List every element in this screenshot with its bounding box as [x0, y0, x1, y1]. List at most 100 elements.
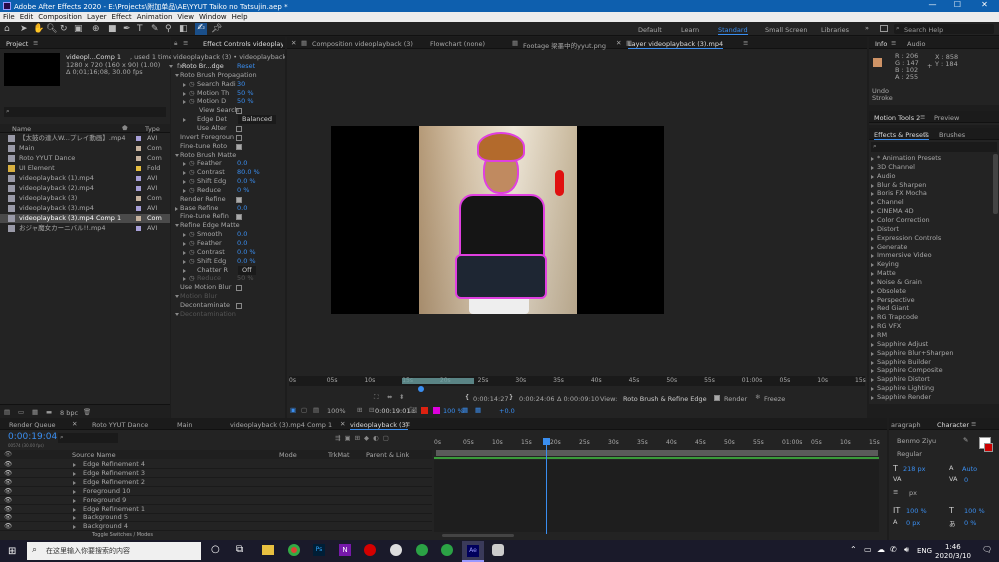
tab-render-queue[interactable]: Render Queue — [9, 421, 56, 429]
expand-arrow-icon[interactable] — [871, 325, 874, 330]
effect-property-row[interactable]: Invert Foregroun☐ — [171, 133, 285, 142]
expand-arrow-icon[interactable] — [73, 471, 76, 476]
network-icon[interactable]: ▭ — [864, 545, 872, 554]
font-style-select[interactable]: Regular — [897, 450, 955, 459]
type-tool-icon[interactable]: T — [137, 24, 143, 34]
view-options-icon[interactable]: ▤ — [313, 406, 319, 414]
effect-property-value[interactable]: 50 % — [237, 274, 254, 283]
expand-arrow-icon[interactable] — [183, 268, 186, 273]
viewer-time-ruler[interactable]: 0s05s10s15s20s25s30s35s40s45s50s55s01:00… — [289, 376, 866, 386]
timeline-layer-row[interactable]: 👁︎ Background 4 — [0, 522, 432, 532]
label-color-swatch[interactable] — [136, 166, 141, 171]
effect-property-value[interactable]: 80.0 % — [237, 168, 260, 177]
expand-arrow-icon[interactable] — [183, 162, 186, 167]
project-list-item[interactable]: videoplayback (3).mp4 Comp 1 Com — [0, 214, 170, 223]
expand-arrow-icon[interactable] — [183, 259, 186, 264]
stopwatch-icon[interactable]: ◷ — [189, 159, 195, 168]
effect-property-row[interactable]: ◷ Motion Th 50 % — [171, 89, 285, 98]
stopwatch-icon[interactable]: ◷ — [189, 168, 195, 177]
effects-category-item[interactable]: Audio — [869, 172, 999, 181]
hand-tool-icon[interactable]: ✋ — [33, 24, 44, 34]
effects-category-item[interactable]: Channel — [869, 198, 999, 207]
effect-property-row[interactable]: Decontaminate☐ — [171, 301, 285, 310]
rotate-tool-icon[interactable]: ↻ — [60, 24, 68, 34]
workspace-standard[interactable]: Standard — [718, 26, 748, 35]
effect-checkbox[interactable] — [236, 196, 242, 203]
region-icon[interactable]: ▢ — [301, 406, 307, 414]
lock-icon[interactable]: 🔒︎ — [174, 39, 177, 48]
expand-arrow-icon[interactable] — [871, 218, 874, 223]
eraser-tool-icon[interactable]: ◧ — [179, 24, 188, 34]
project-list-item[interactable]: videoplayback (1).mp4 AVI — [0, 174, 170, 183]
bpc-label[interactable]: 8 bpc — [60, 409, 78, 417]
search-help-field[interactable]: ⌕ Search Help — [894, 24, 994, 34]
workspace-panel-icon[interactable] — [880, 25, 888, 32]
alpha-icon[interactable]: ⬍ — [399, 393, 404, 401]
timeline-layer-row[interactable]: 👁︎ Edge Refinement 1 — [0, 505, 432, 514]
expand-arrow-icon[interactable] — [73, 507, 76, 512]
effect-property-row[interactable]: ◷ Shift Edg 0.0 % — [171, 177, 285, 186]
timeline-playhead[interactable] — [546, 438, 547, 534]
effect-property-row[interactable]: fx Roto Br...dge Reset — [169, 62, 285, 71]
minimize-button[interactable]: — — [920, 0, 945, 12]
snapshot-icon[interactable]: ⛶ — [374, 393, 379, 402]
vertical-scale-value[interactable]: 100 % — [906, 507, 927, 515]
label-color-swatch[interactable] — [136, 136, 141, 141]
effect-checkbox[interactable] — [236, 302, 242, 309]
eye-visibility-icon[interactable]: 👁︎ — [4, 487, 12, 496]
expand-arrow-icon[interactable] — [871, 307, 874, 312]
expand-arrow-icon[interactable] — [871, 174, 874, 179]
effect-property-row[interactable]: ◷ Search Radi 30 — [171, 80, 285, 89]
tab-preview[interactable]: Preview — [934, 114, 959, 122]
expand-arrow-icon[interactable] — [175, 312, 179, 316]
current-timecode[interactable]: 0:00:19:01 — [375, 407, 411, 415]
effect-property-value[interactable]: 0.0 % — [237, 248, 256, 257]
notification-icon[interactable]: 🗨︎ — [982, 545, 992, 554]
menu-effect[interactable]: Effect — [112, 12, 132, 22]
expand-arrow-icon[interactable] — [871, 192, 874, 197]
effect-checkbox[interactable] — [236, 214, 242, 221]
close-tab-icon[interactable]: ✕ — [340, 420, 345, 428]
tab-character[interactable]: Character — [937, 421, 969, 429]
eye-visibility-icon[interactable]: 👁︎ — [4, 513, 12, 522]
effects-category-item[interactable]: * Animation Presets — [869, 154, 999, 163]
effect-property-value[interactable]: 0.0 — [237, 204, 247, 213]
taskbar-search-box[interactable]: ⌕ 在这里输入你要搜索的内容 — [27, 542, 201, 560]
windows-start-icon[interactable]: ⊞ — [8, 546, 16, 557]
netease-music-icon[interactable] — [364, 544, 376, 556]
panel-menu-icon[interactable]: ≡ — [971, 420, 976, 428]
expand-arrow-icon[interactable] — [175, 295, 179, 299]
stopwatch-icon[interactable]: ◷ — [189, 97, 195, 106]
effects-category-item[interactable]: 3D Channel — [869, 163, 999, 172]
mask-icon[interactable]: ▦ — [475, 406, 481, 414]
effect-property-row[interactable]: ◷ Feather 0.0 — [171, 159, 285, 168]
effects-category-item[interactable]: Sapphire Render — [869, 393, 999, 402]
zoom-select[interactable]: 100% — [327, 407, 346, 415]
tab-composition[interactable]: Composition videoplayback (3) — [312, 40, 413, 48]
expand-arrow-icon[interactable] — [871, 254, 874, 259]
expand-arrow-icon[interactable] — [183, 180, 186, 185]
out-point-timecode[interactable]: 0:00:24:06 — [519, 395, 555, 403]
home-icon[interactable]: ⌂ — [4, 24, 10, 34]
timeline-layer-row[interactable]: 👁︎ Edge Refinement 4 — [0, 460, 432, 469]
workspace-learn[interactable]: Learn — [681, 26, 699, 34]
freeze-icon[interactable]: ❄ — [755, 393, 760, 401]
effect-property-row[interactable]: Fine-tune Refin☑ — [171, 212, 285, 221]
eyedropper-icon[interactable]: ✎ — [963, 436, 968, 444]
timeline-layer-row[interactable]: 👁︎ Edge Refinement 2 — [0, 478, 432, 487]
set-in-icon[interactable]: { — [465, 393, 469, 401]
effects-category-item[interactable]: Boris FX Mocha — [869, 189, 999, 198]
effects-category-item[interactable]: Noise & Grain — [869, 278, 999, 287]
stopwatch-icon[interactable]: ◷ — [189, 177, 195, 186]
in-out-range-bar[interactable] — [402, 378, 474, 384]
effect-property-row[interactable]: Refine Edge Matte — [171, 221, 285, 230]
task-view-icon[interactable]: ⧉ — [236, 544, 243, 555]
effect-property-row[interactable]: Base Refine 0.0 — [171, 204, 285, 213]
menu-edit[interactable]: Edit — [20, 12, 34, 22]
menu-view[interactable]: View — [177, 12, 194, 22]
effects-category-item[interactable]: Sapphire Composite — [869, 366, 999, 375]
column-type[interactable]: Type — [145, 125, 160, 133]
label-color-swatch[interactable] — [136, 146, 141, 151]
effects-category-item[interactable]: Perspective — [869, 296, 999, 305]
effects-category-item[interactable]: Generate — [869, 243, 999, 252]
